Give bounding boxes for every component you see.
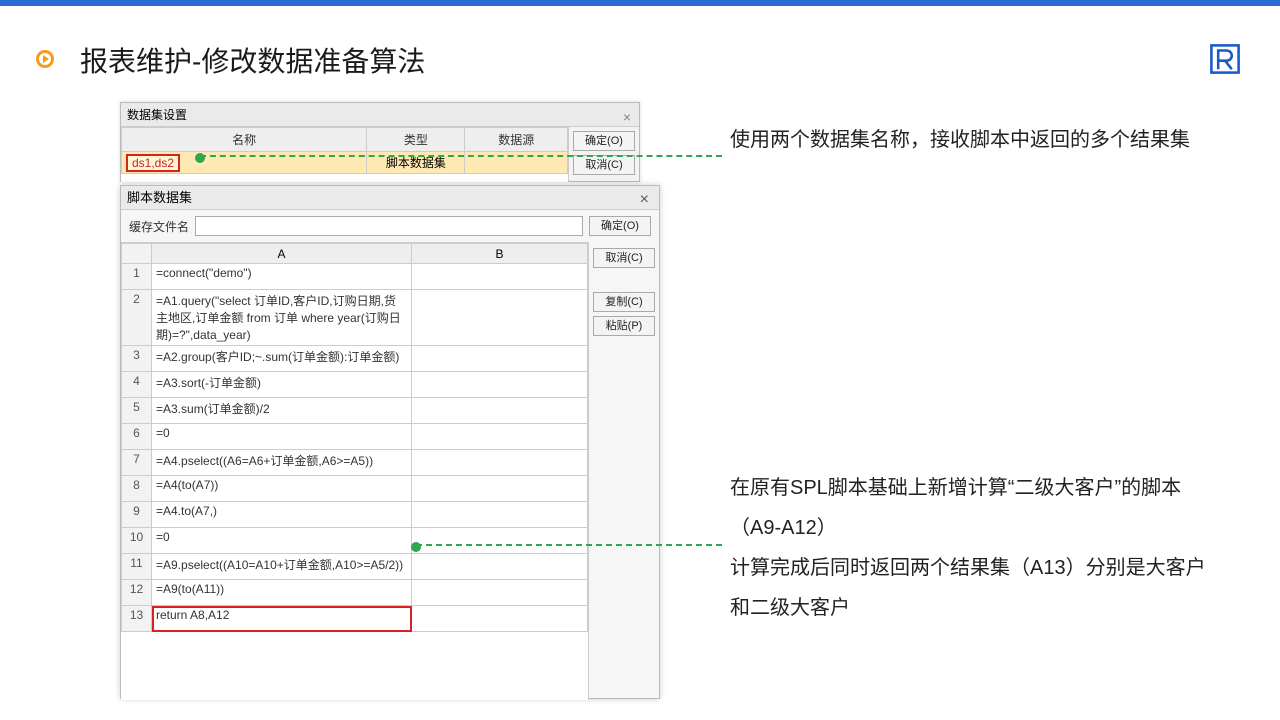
script-row[interactable]: 3=A2.group(客户ID;~.sum(订单金额):订单金额) [122,346,588,372]
cell-a[interactable]: =0 [152,424,412,450]
script-row[interactable]: 5=A3.sum(订单金额)/2 [122,398,588,424]
row-number: 3 [122,346,152,372]
cell-b[interactable] [412,476,588,502]
script-dataset-title-text: 脚本数据集 [127,190,192,205]
cancel-button[interactable]: 取消(C) [593,248,655,268]
cache-file-input[interactable] [195,216,583,236]
copy-button[interactable]: 复制(C) [593,292,655,312]
script-row[interactable]: 8=A4(to(A7)) [122,476,588,502]
cell-a[interactable]: return A8,A12 [152,606,412,632]
row-number: 10 [122,528,152,554]
script-row[interactable]: 10=0 [122,528,588,554]
script-row[interactable]: 9=A4.to(A7,) [122,502,588,528]
close-icon[interactable]: × [623,105,631,129]
paste-button[interactable]: 粘贴(P) [593,316,655,336]
col-header-name[interactable]: 名称 [122,128,367,152]
script-row[interactable]: 4=A3.sort(-订单金额) [122,372,588,398]
slide-top-accent [0,0,1280,6]
cell-b[interactable] [412,346,588,372]
script-row[interactable]: 7=A4.pselect((A6=A6+订单金额,A6>=A5)) [122,450,588,476]
cell-a[interactable]: =A9.pselect((A10=A10+订单金额,A10>=A5/2)) [152,554,412,580]
cell-b[interactable] [412,372,588,398]
brand-logo-icon [1208,42,1242,76]
row-number: 13 [122,606,152,632]
row-number: 6 [122,424,152,450]
cell-a[interactable]: =A9(to(A11)) [152,580,412,606]
col-header-a[interactable]: A [152,244,412,264]
explanation-2b: 计算完成后同时返回两个结果集（A13）分别是大客户和二级大客户 [730,548,1220,628]
cell-a[interactable]: =0 [152,528,412,554]
connector-line-2 [416,544,722,546]
cell-a[interactable]: =A2.group(客户ID;~.sum(订单金额):订单金额) [152,346,412,372]
row-number: 8 [122,476,152,502]
slide-title: 报表维护-修改数据准备算法 [80,40,425,80]
row-number: 11 [122,554,152,580]
cancel-button[interactable]: 取消(C) [573,155,635,175]
dataset-settings-dialog: 数据集设置 × 名称 类型 数据源 ds1,ds2 脚本数据集 确定(O) 取消… [120,102,640,182]
cell-a[interactable]: =connect("demo") [152,264,412,290]
dataset-name-cell[interactable]: ds1,ds2 [126,154,180,172]
explanation-1: 使用两个数据集名称，接收脚本中返回的多个结果集 [730,120,1220,160]
script-grid[interactable]: A B 1=connect("demo")2=A1.query("select … [121,242,589,700]
col-header-b[interactable]: B [412,244,588,264]
cell-b[interactable] [412,398,588,424]
cell-b[interactable] [412,502,588,528]
row-number: 4 [122,372,152,398]
dot-icon [195,153,205,163]
cell-b[interactable] [412,450,588,476]
dataset-settings-title-text: 数据集设置 [127,108,187,122]
close-icon[interactable]: × [640,188,649,212]
cell-b[interactable] [412,580,588,606]
row-number: 2 [122,290,152,346]
script-row[interactable]: 2=A1.query("select 订单ID,客户ID,订购日期,货主地区,订… [122,290,588,346]
ok-button[interactable]: 确定(O) [573,131,635,151]
row-number: 5 [122,398,152,424]
dot-icon [411,542,421,552]
col-header-ds[interactable]: 数据源 [465,128,568,152]
script-dataset-dialog: 脚本数据集 × 缓存文件名 确定(O) A B 1=connect("demo"… [120,185,660,699]
cell-b[interactable] [412,424,588,450]
cell-b[interactable] [412,528,588,554]
cell-a[interactable]: =A3.sort(-订单金额) [152,372,412,398]
row-number: 1 [122,264,152,290]
dataset-settings-titlebar[interactable]: 数据集设置 × [121,103,639,127]
row-number: 9 [122,502,152,528]
corner-cell [122,244,152,264]
explanation-2: 在原有SPL脚本基础上新增计算“二级大客户”的脚本（A9-A12） 计算完成后同… [730,468,1220,628]
script-row[interactable]: 6=0 [122,424,588,450]
cache-file-label: 缓存文件名 [129,218,189,235]
bullet-play-icon [36,50,54,68]
cell-b[interactable] [412,264,588,290]
explanation-2a: 在原有SPL脚本基础上新增计算“二级大客户”的脚本（A9-A12） [730,468,1220,548]
cell-a[interactable]: =A4(to(A7)) [152,476,412,502]
cell-b[interactable] [412,606,588,632]
cell-a[interactable]: =A4.pselect((A6=A6+订单金额,A6>=A5)) [152,450,412,476]
connector-line-1 [200,155,722,157]
script-dataset-titlebar[interactable]: 脚本数据集 × [121,186,659,210]
script-row[interactable]: 11=A9.pselect((A10=A10+订单金额,A10>=A5/2)) [122,554,588,580]
col-header-type[interactable]: 类型 [367,128,465,152]
script-row[interactable]: 12=A9(to(A11)) [122,580,588,606]
cell-b[interactable] [412,290,588,346]
row-number: 7 [122,450,152,476]
row-number: 12 [122,580,152,606]
script-row[interactable]: 13return A8,A12 [122,606,588,632]
ok-button[interactable]: 确定(O) [589,216,651,236]
cell-a[interactable]: =A4.to(A7,) [152,502,412,528]
cell-a[interactable]: =A1.query("select 订单ID,客户ID,订购日期,货主地区,订单… [152,290,412,346]
cell-b[interactable] [412,554,588,580]
script-row[interactable]: 1=connect("demo") [122,264,588,290]
cell-a[interactable]: =A3.sum(订单金额)/2 [152,398,412,424]
